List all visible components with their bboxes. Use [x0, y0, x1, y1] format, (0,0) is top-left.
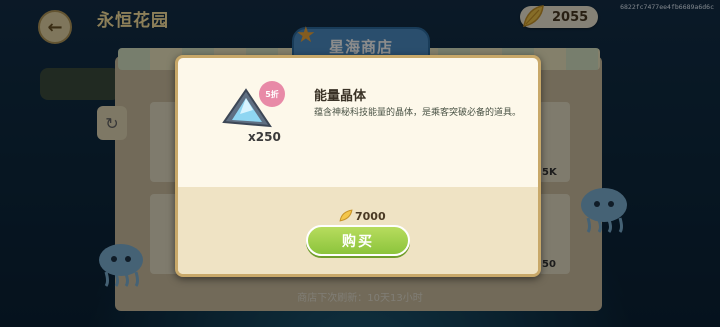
- discount-badge: 5折: [259, 81, 285, 107]
- item-quantity: x250: [248, 130, 281, 144]
- coin-feather-icon: [339, 209, 353, 222]
- item-name: 能量晶体: [314, 89, 367, 104]
- item-description: 蕴含神秘科技能量的晶体，是乘客突破必备的道具。: [314, 108, 522, 118]
- item-price: 7000: [338, 209, 386, 223]
- buy-button[interactable]: 购买: [306, 225, 410, 256]
- price-value: 7000: [355, 209, 386, 223]
- item-purchase-modal: 5折 x250 能量晶体 蕴含神秘科技能量的晶体，是乘客突破必备的道具。 700…: [175, 55, 541, 277]
